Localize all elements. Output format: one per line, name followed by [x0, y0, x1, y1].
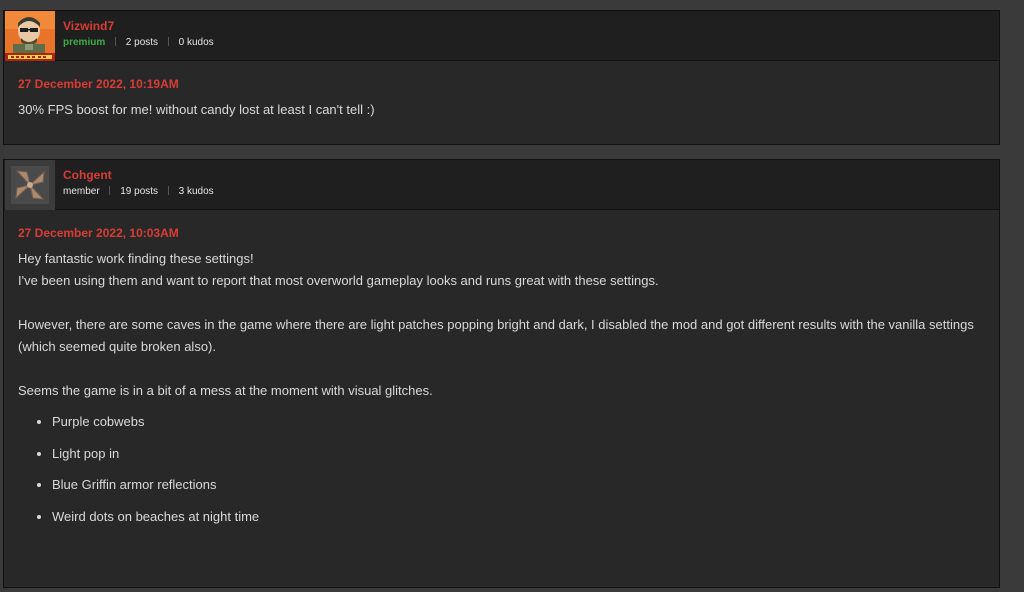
list-item: Purple cobwebs: [52, 411, 985, 433]
meta-separator: [109, 186, 111, 195]
post-count: 2 posts: [125, 37, 159, 48]
half-life-character-avatar-icon: [5, 11, 55, 61]
meta-separator: [167, 186, 169, 195]
comment-date: 27 December 2022, 10:19AM: [18, 77, 179, 91]
comment-card: Cohgent member 19 posts 3 kudos 27 Decem…: [3, 159, 1000, 588]
user-role-badge: member: [63, 186, 100, 197]
kudos-count: 3 kudos: [178, 186, 214, 197]
kudos-count: 0 kudos: [178, 37, 214, 48]
post-count: 19 posts: [120, 186, 159, 197]
comment-date: 27 December 2022, 10:03AM: [18, 226, 179, 240]
list-item: Blue Griffin armor reflections: [52, 474, 985, 496]
comment-text: Hey fantastic work finding these setting…: [18, 251, 254, 266]
meta-separator: [115, 37, 117, 46]
user-avatar[interactable]: [5, 160, 55, 210]
comment-body: 27 December 2022, 10:19AM 30% FPS boost …: [4, 61, 999, 121]
comment-text: I've been using them and want to report …: [18, 273, 659, 288]
comment-text: 30% FPS boost for me! without candy lost…: [18, 102, 375, 117]
list-item: Light pop in: [52, 443, 985, 465]
author-meta: premium 2 posts 0 kudos: [63, 37, 214, 48]
glitch-list: Purple cobwebs Light pop in Blue Griffin…: [18, 411, 985, 528]
author-name-link[interactable]: Vizwind7: [63, 19, 114, 33]
comment-header: Cohgent member 19 posts 3 kudos: [4, 160, 999, 210]
meta-separator: [167, 37, 169, 46]
comment-text: However, there are some caves in the gam…: [18, 317, 974, 354]
author-name-link[interactable]: Cohgent: [63, 168, 112, 182]
comment-text: Seems the game is in a bit of a mess at …: [18, 383, 433, 398]
comment-body: 27 December 2022, 10:03AM Hey fantastic …: [4, 210, 999, 528]
user-avatar[interactable]: [5, 11, 55, 61]
user-role-badge: premium: [63, 37, 106, 48]
default-pinwheel-avatar-icon: [5, 160, 55, 210]
list-item: Weird dots on beaches at night time: [52, 506, 985, 528]
comment-card: Vizwind7 premium 2 posts 0 kudos 27 Dece…: [3, 10, 1000, 145]
comment-header: Vizwind7 premium 2 posts 0 kudos: [4, 11, 999, 61]
author-meta: member 19 posts 3 kudos: [63, 186, 214, 197]
